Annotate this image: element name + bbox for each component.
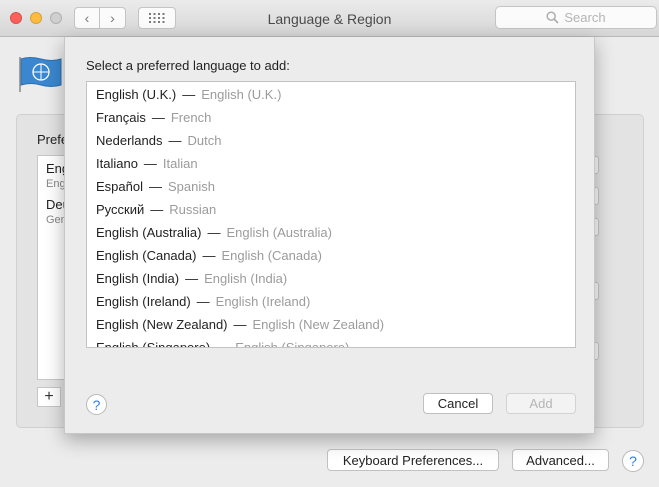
language-native: English (Ireland): [96, 294, 191, 309]
language-native: Italiano: [96, 156, 138, 171]
language-english: French: [170, 110, 212, 125]
language-row[interactable]: English (Ireland) — English (Ireland): [96, 290, 310, 313]
add-language-button[interactable]: +: [37, 387, 61, 407]
add-language-sheet: Select a preferred language to add: Engl…: [64, 37, 595, 434]
language-list[interactable]: English (U.K.) — English (U.K.) Français — F…: [86, 81, 576, 348]
separator: —: [216, 340, 230, 348]
search-placeholder: Search: [564, 10, 606, 25]
language-row[interactable]: Nederlands — Dutch: [96, 129, 221, 152]
sheet-title: Select a preferred language to add:: [86, 58, 290, 73]
language-native: Русский: [96, 202, 145, 217]
language-row[interactable]: English (Canada) — English (Canada): [96, 244, 322, 267]
language-native: Nederlands: [96, 133, 163, 148]
language-row[interactable]: English (India) — English (India): [96, 267, 287, 290]
help-button[interactable]: ?: [622, 450, 644, 472]
language-native: English (New Zealand): [96, 317, 228, 332]
advanced-button[interactable]: Advanced...: [512, 449, 609, 471]
preferred-language-subtitle: Eng: [46, 178, 66, 190]
separator: —: [207, 225, 221, 240]
language-english: Dutch: [187, 133, 222, 148]
separator: —: [196, 294, 210, 309]
separator: —: [151, 110, 165, 125]
language-english: English (Australia): [226, 225, 333, 240]
language-english: English (New Zealand): [252, 317, 385, 332]
cancel-button[interactable]: Cancel: [423, 393, 493, 414]
language-row[interactable]: English (Australia) — English (Australia): [96, 221, 332, 244]
language-row[interactable]: Français — French: [96, 106, 211, 129]
globe-flag-icon: [19, 57, 62, 92]
language-native: Français: [96, 110, 146, 125]
language-row[interactable]: English (U.K.) — English (U.K.): [96, 83, 281, 106]
title-bar: ‹ › Language & Region Search: [0, 0, 659, 37]
language-row[interactable]: Español — Spanish: [96, 175, 215, 198]
language-native: English (U.K.): [96, 87, 177, 102]
language-native: English (India): [96, 271, 180, 286]
language-english: Spanish: [167, 179, 215, 194]
separator: —: [182, 87, 196, 102]
search-field[interactable]: Search: [495, 6, 657, 29]
separator: —: [202, 248, 216, 263]
language-english: English (India): [204, 271, 288, 286]
search-icon: [546, 11, 559, 24]
separator: —: [150, 202, 164, 217]
language-english: Italian: [162, 156, 198, 171]
language-english: English (Canada): [221, 248, 322, 263]
separator: —: [233, 317, 247, 332]
separator: —: [185, 271, 199, 286]
language-row[interactable]: Русский — Russian: [96, 198, 216, 221]
language-english: English (U.K.): [201, 87, 282, 102]
add-button[interactable]: Add: [506, 393, 576, 414]
language-row[interactable]: Italiano — Italian: [96, 152, 198, 175]
language-native: English (Australia): [96, 225, 202, 240]
language-native: Español: [96, 179, 143, 194]
separator: —: [148, 179, 162, 194]
separator: —: [143, 156, 157, 171]
language-english: English (Ireland): [215, 294, 311, 309]
keyboard-preferences-button[interactable]: Keyboard Preferences...: [327, 449, 499, 471]
sheet-help-button[interactable]: ?: [86, 394, 107, 415]
language-row[interactable]: English (Singapore) — English (Singapore): [96, 336, 350, 348]
separator: —: [168, 133, 182, 148]
language-english: English (Singapore): [235, 340, 350, 348]
language-native: English (Canada): [96, 248, 197, 263]
language-row[interactable]: English (New Zealand) — English (New Zeala…: [96, 313, 384, 336]
language-english: Russian: [169, 202, 217, 217]
language-native: English (Singapore): [96, 340, 211, 348]
